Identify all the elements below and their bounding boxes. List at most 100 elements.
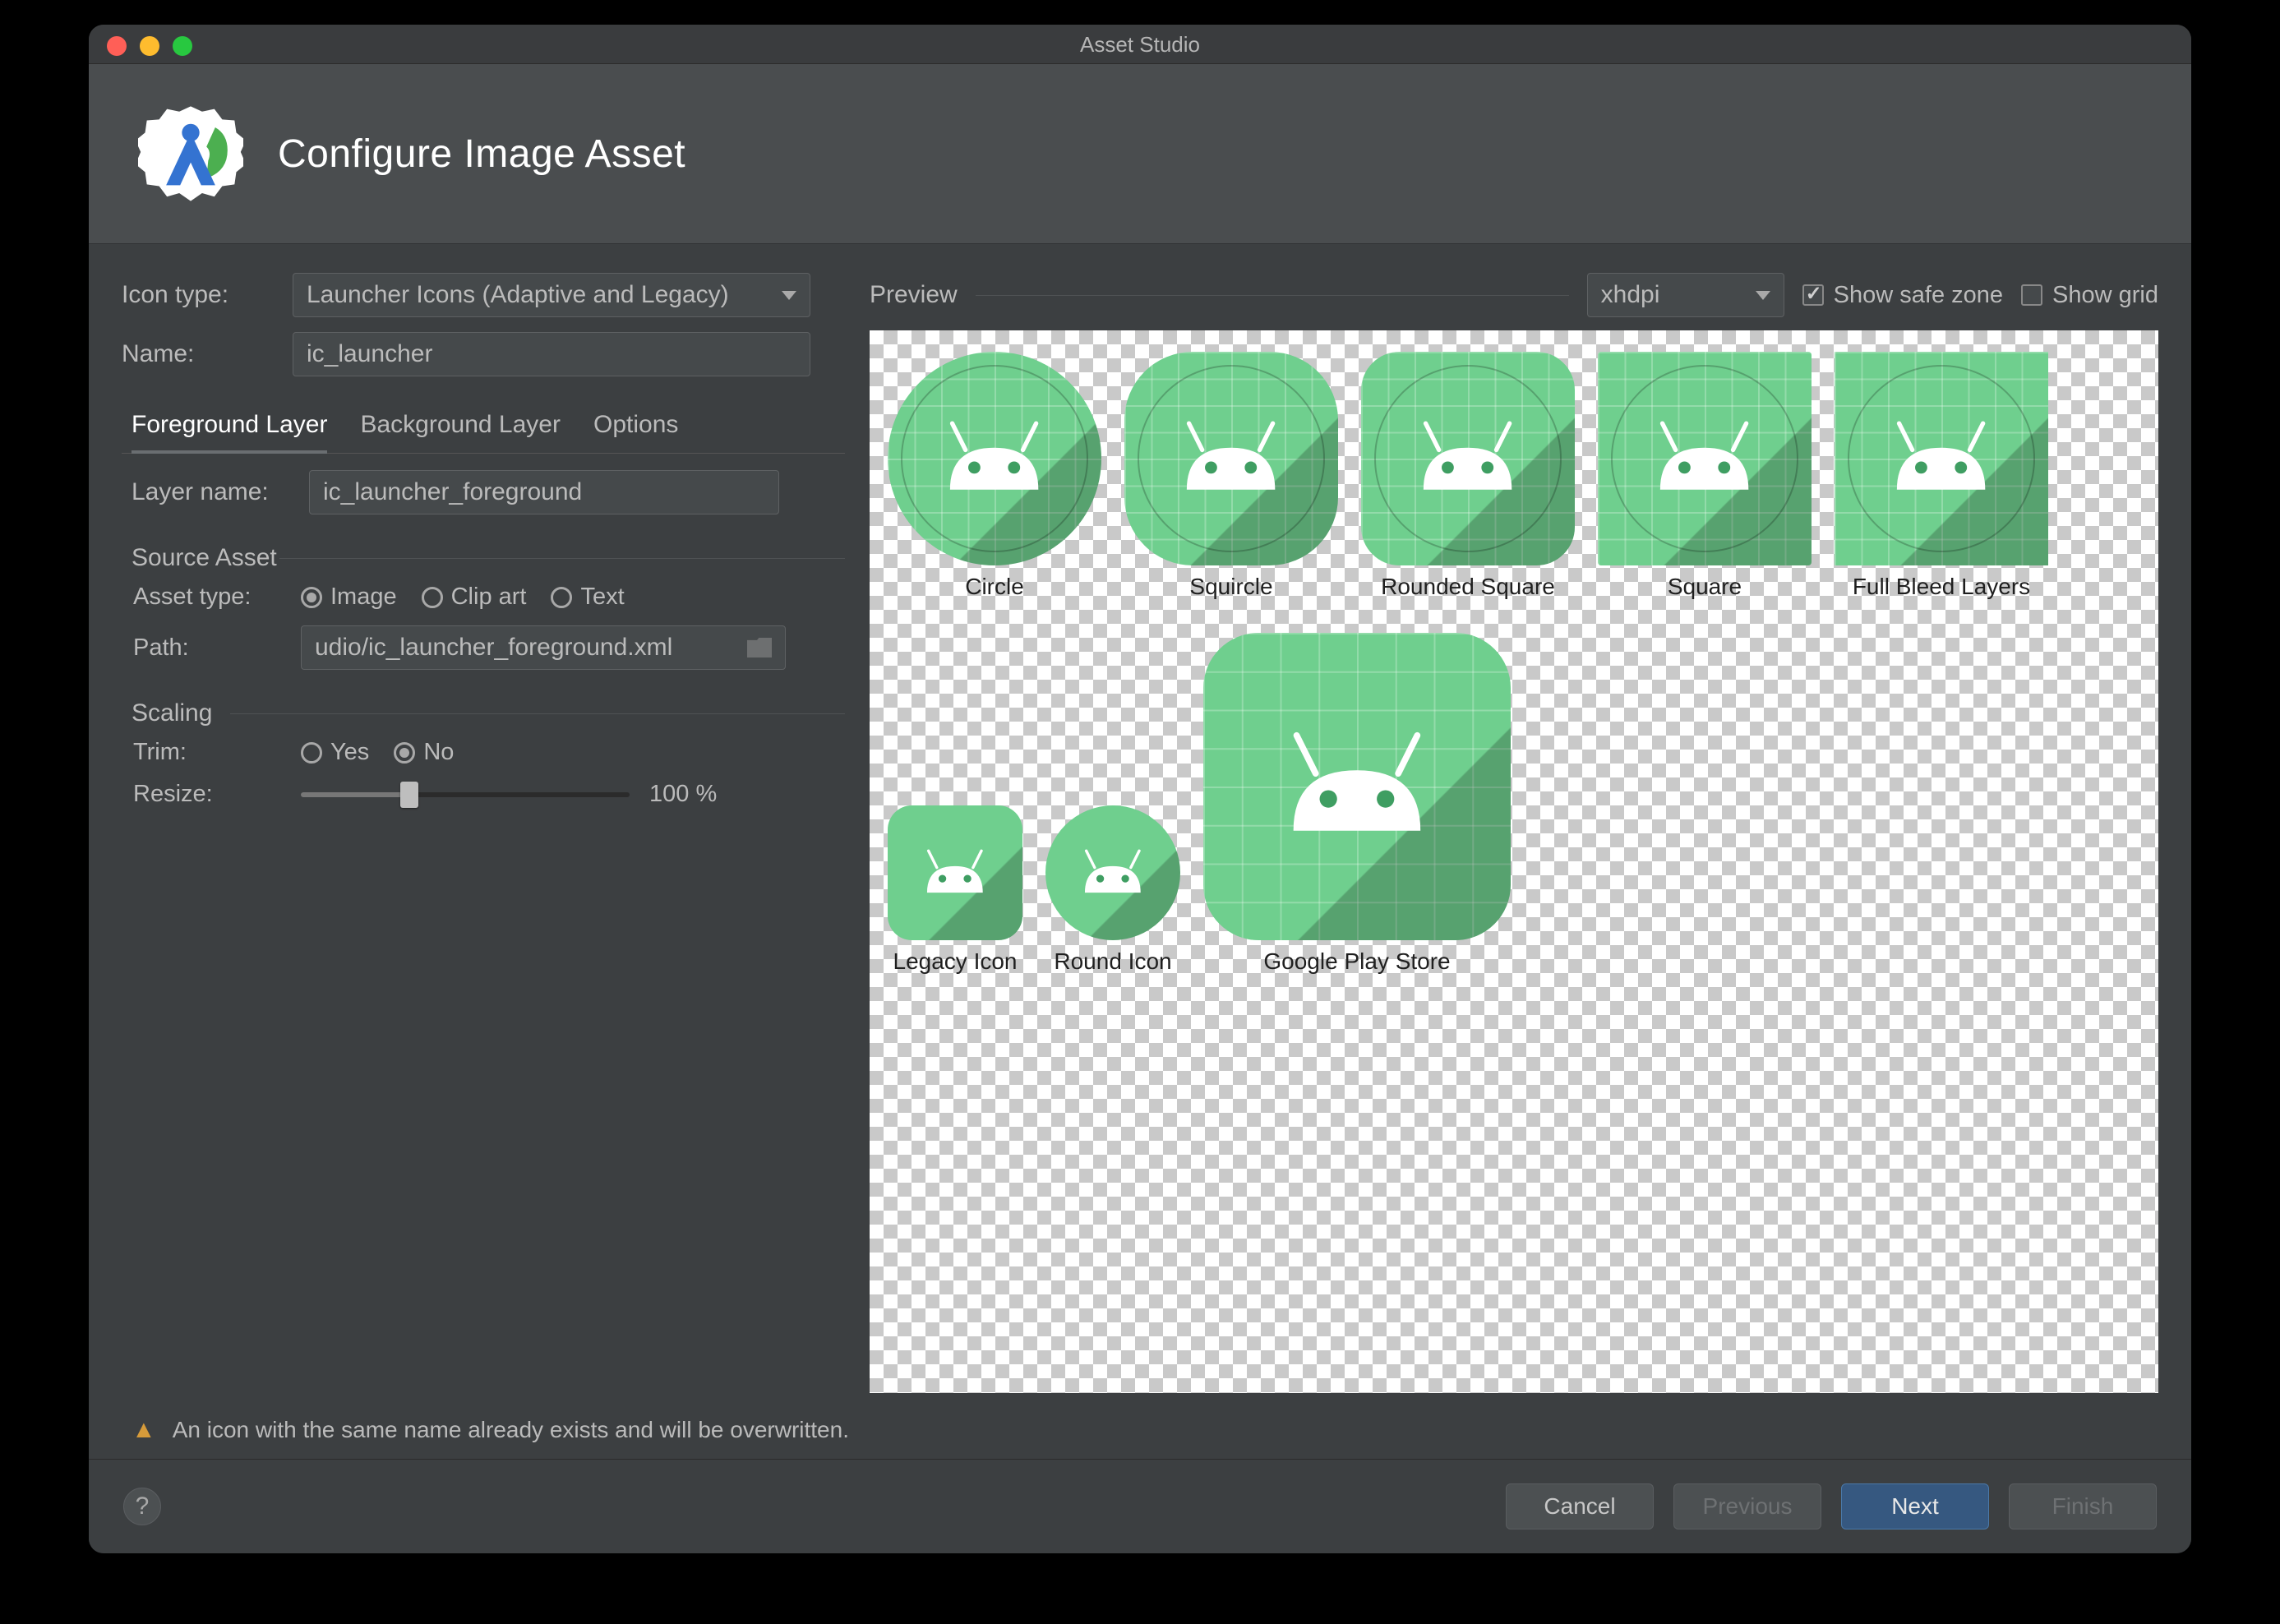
asset-type-radiogroup: Image Clip art Text — [301, 584, 625, 611]
layer-name-input[interactable]: ic_launcher_foreground — [309, 470, 779, 514]
next-button[interactable]: Next — [1841, 1483, 1989, 1529]
legacy-icon-label: Legacy Icon — [893, 948, 1018, 975]
name-input[interactable]: ic_launcher — [293, 332, 810, 376]
path-input[interactable]: udio/ic_launcher_foreground.xml — [301, 625, 786, 670]
round-icon — [1045, 805, 1180, 940]
content: Icon type: Launcher Icons (Adaptive and … — [89, 244, 2191, 1401]
folder-icon[interactable] — [747, 638, 772, 657]
squircle-icon — [1124, 352, 1338, 565]
density-value: xhdpi — [1601, 281, 1660, 309]
density-select[interactable]: xhdpi — [1587, 273, 1784, 317]
preview-item-square: Square — [1598, 352, 1812, 600]
android-icon — [1165, 404, 1297, 514]
play-store-icon-label: Google Play Store — [1263, 948, 1450, 975]
banner: Configure Image Asset — [89, 64, 2191, 244]
icon-type-label: Icon type: — [122, 281, 278, 309]
tab-foreground-layer[interactable]: Foreground Layer — [132, 411, 327, 454]
trim-label: Trim: — [122, 739, 286, 766]
asset-type-clipart-radio[interactable]: Clip art — [422, 584, 527, 611]
preview-item-squircle: Squircle — [1124, 352, 1338, 600]
rsquare-icon — [1361, 352, 1575, 565]
android-icon — [1638, 404, 1770, 514]
preview-row-adaptive: Circle Squircle Rounded Square Square Full B… — [888, 352, 2140, 600]
android-icon — [1401, 404, 1534, 514]
cancel-label: Cancel — [1544, 1493, 1615, 1520]
android-icon — [1875, 404, 2007, 514]
show-grid-checkbox[interactable]: Show grid — [2021, 282, 2158, 309]
scaling-title: Scaling — [132, 699, 845, 727]
divider — [976, 295, 1569, 296]
preview-label: Preview — [870, 281, 958, 309]
layer-name-value: ic_launcher_foreground — [323, 478, 582, 506]
trim-yes-radio[interactable]: Yes — [301, 739, 369, 766]
preview-item-label: Circle — [965, 574, 1024, 600]
path-value: udio/ic_launcher_foreground.xml — [315, 634, 672, 662]
source-asset-title: Source Asset — [132, 544, 845, 572]
resize-value: 100 % — [649, 781, 717, 808]
chevron-down-icon — [782, 291, 796, 300]
finish-button[interactable]: Finish — [2009, 1483, 2157, 1529]
preview-row-legacy: Legacy Icon Round Icon — [888, 633, 2140, 975]
preview-item-label: Squircle — [1189, 574, 1272, 600]
asset-type-clipart-label: Clip art — [451, 584, 527, 611]
path-label: Path: — [122, 634, 286, 662]
round-icon-label: Round Icon — [1054, 948, 1171, 975]
preview-item-rsquare: Rounded Square — [1361, 352, 1575, 600]
previous-button[interactable]: Previous — [1673, 1483, 1821, 1529]
name-value: ic_launcher — [307, 340, 432, 368]
show-grid-label: Show grid — [2052, 282, 2158, 309]
trim-no-radio[interactable]: No — [394, 739, 454, 766]
trim-no-label: No — [423, 739, 454, 766]
help-icon: ? — [136, 1493, 150, 1520]
circle-icon — [888, 352, 1101, 565]
square-icon — [1598, 352, 1812, 565]
help-button[interactable]: ? — [123, 1488, 161, 1525]
preview-play-store-icon: Google Play Store — [1203, 633, 1511, 975]
minimize-icon[interactable] — [140, 36, 159, 56]
icon-type-value: Launcher Icons (Adaptive and Legacy) — [307, 281, 729, 309]
button-bar: ? Cancel Previous Next Finish — [89, 1459, 2191, 1553]
tab-background-layer[interactable]: Background Layer — [360, 411, 561, 453]
close-icon[interactable] — [107, 36, 127, 56]
resize-slider[interactable] — [301, 792, 630, 797]
preview-legacy-icon: Legacy Icon — [888, 805, 1022, 975]
tab-options[interactable]: Options — [593, 411, 678, 453]
asset-type-text-label: Text — [580, 584, 624, 611]
checkbox-icon — [1802, 284, 1824, 306]
chevron-down-icon — [1756, 291, 1770, 300]
trim-yes-label: Yes — [330, 739, 369, 766]
titlebar: Asset Studio — [89, 25, 2191, 64]
window: Asset Studio Configure Image Asset Icon … — [89, 25, 2191, 1553]
cancel-button[interactable]: Cancel — [1506, 1483, 1654, 1529]
android-icon — [1071, 838, 1155, 908]
icon-type-select[interactable]: Launcher Icons (Adaptive and Legacy) — [293, 273, 810, 317]
warning-icon: ▲ — [132, 1416, 156, 1444]
layer-name-label: Layer name: — [122, 478, 294, 506]
page-title: Configure Image Asset — [278, 131, 685, 177]
trim-radiogroup: Yes No — [301, 739, 454, 766]
asset-type-text-radio[interactable]: Text — [551, 584, 624, 611]
checkbox-icon — [2021, 284, 2042, 306]
play-store-icon — [1203, 633, 1511, 940]
asset-type-label: Asset type: — [122, 584, 286, 611]
window-controls — [107, 36, 192, 56]
preview-item-label: Rounded Square — [1381, 574, 1555, 600]
legacy-icon — [888, 805, 1022, 940]
preview-item-label: Full Bleed Layers — [1853, 574, 2030, 600]
preview-area: Circle Squircle Rounded Square Square Full B… — [870, 330, 2158, 1393]
show-safe-zone-checkbox[interactable]: Show safe zone — [1802, 282, 2003, 309]
previous-label: Previous — [1703, 1493, 1793, 1520]
preview-item-circle: Circle — [888, 352, 1101, 600]
android-icon — [913, 838, 997, 908]
preview-panel: Preview xhdpi Show safe zone Show grid C… — [870, 273, 2158, 1401]
asset-type-image-label: Image — [330, 584, 397, 611]
zoom-icon[interactable] — [173, 36, 192, 56]
show-safe-zone-label: Show safe zone — [1834, 282, 2003, 309]
bleed-icon — [1835, 352, 2048, 565]
asset-type-image-radio[interactable]: Image — [301, 584, 397, 611]
config-panel: Icon type: Launcher Icons (Adaptive and … — [122, 273, 845, 1401]
resize-label: Resize: — [122, 781, 286, 808]
finish-label: Finish — [2052, 1493, 2114, 1520]
preview-item-bleed: Full Bleed Layers — [1835, 352, 2048, 600]
warning-bar: ▲ An icon with the same name already exi… — [89, 1401, 2191, 1459]
